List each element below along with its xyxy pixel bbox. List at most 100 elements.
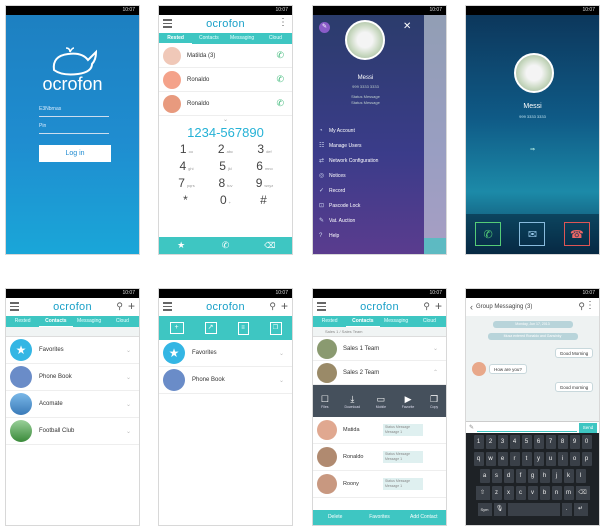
keyboard-key[interactable]: 4 [509, 435, 520, 449]
keyboard-key[interactable]: q [473, 452, 484, 466]
keyboard-key[interactable]: n [551, 486, 562, 500]
search-icon[interactable]: ⚲ [269, 301, 276, 312]
enter-key[interactable]: ↵ [573, 503, 588, 516]
tab-contacts[interactable]: Contacts [346, 316, 380, 327]
keyboard-key[interactable]: k [563, 469, 574, 483]
keyboard-key[interactable]: l [575, 469, 586, 483]
document-icon[interactable]: ≡ [237, 321, 249, 335]
keyboard-key[interactable]: h [539, 469, 550, 483]
keyboard-key[interactable]: t [521, 452, 532, 466]
call-button[interactable]: ✆ [203, 237, 247, 254]
add-contact-button[interactable]: Add Contact [402, 510, 446, 525]
tab-contacts[interactable]: Contacts [39, 316, 73, 327]
mic-key[interactable]: 🎙 [493, 503, 506, 516]
tab-cloud[interactable]: Cloud [413, 316, 446, 327]
dialpad-key[interactable]: 2 abc [206, 142, 245, 159]
new-folder-icon[interactable]: + [169, 322, 184, 334]
tab-cloud[interactable]: Cloud [106, 316, 139, 327]
menu-item[interactable]: ⇄ Network Configuration [319, 153, 419, 168]
tab-rested[interactable]: Rested [313, 316, 346, 327]
menu-item[interactable]: ◎ Notices [319, 168, 419, 183]
overflow-menu-icon[interactable]: ⋮ [278, 17, 288, 29]
dialpad-key[interactable]: 7 pqrs [167, 176, 206, 193]
dialpad-key[interactable]: 1 oo [167, 142, 206, 159]
keyboard-key[interactable]: e [497, 452, 508, 466]
member-row[interactable]: Ronaldo Status Message Message 1 [313, 444, 446, 471]
keyboard-key[interactable]: 3 [497, 435, 508, 449]
keyboard-key[interactable]: z [491, 486, 502, 500]
decline-button[interactable]: ☎ [563, 222, 590, 246]
backspace-icon[interactable]: ⌫ [248, 237, 292, 254]
close-icon[interactable]: ✕ [403, 21, 411, 32]
tab-contacts[interactable]: Contacts [192, 33, 225, 44]
group-row[interactable]: Sales 1 Team ⌄ [313, 337, 446, 361]
chevron-down-icon[interactable]: ⌄ [279, 377, 284, 384]
chevron-up-icon[interactable]: ⌃ [433, 369, 438, 376]
dialpad-key[interactable]: 5 jkl [206, 159, 245, 176]
action-favorite[interactable]: ▶ Favorite [402, 393, 415, 409]
dialpad-key[interactable]: 3 def [245, 142, 284, 159]
username-field[interactable]: E3Nbrnas [39, 106, 109, 117]
action-copy[interactable]: ❐ Copy [430, 393, 438, 409]
export-icon[interactable]: ↗ [204, 322, 217, 334]
add-icon[interactable]: + [128, 299, 135, 313]
group-row-favorites[interactable]: ★ Favorites ⌄ [6, 337, 139, 364]
dialpad-key[interactable]: 0 + [206, 193, 245, 210]
menu-icon[interactable] [163, 302, 172, 311]
copy-icon[interactable]: ❐ [269, 321, 282, 335]
shift-key[interactable]: ⇧ [475, 486, 490, 500]
keyboard-key[interactable]: j [551, 469, 562, 483]
menu-item[interactable]: ? Help [319, 228, 419, 243]
keyboard-key[interactable]: p [581, 452, 592, 466]
action-files[interactable]: ☐ Files [321, 393, 329, 409]
contact-row[interactable]: Matilda (3) ✆ [159, 44, 292, 68]
group-row-acomate[interactable]: Acomate ⌄ [6, 391, 139, 418]
tab-rested[interactable]: Rested [159, 33, 193, 44]
backspace-key[interactable]: ⌫ [575, 486, 590, 500]
keyboard-key[interactable]: s [491, 469, 502, 483]
space-key[interactable] [507, 503, 560, 516]
breadcrumb[interactable]: Sales 1 / Sales Team [313, 327, 446, 337]
dialpad-key[interactable]: 4 ghi [167, 159, 206, 176]
menu-icon[interactable] [317, 302, 326, 311]
search-icon[interactable]: ⚲ [578, 301, 585, 312]
collapse-chevron-icon[interactable]: ⌄ [159, 116, 292, 124]
keyboard-key[interactable]: d [503, 469, 514, 483]
member-row[interactable]: Matida Status Message Message 1 [313, 417, 446, 444]
edit-icon[interactable]: ✎ [319, 22, 330, 33]
contact-row[interactable]: Ronaldo ✆ [159, 92, 292, 116]
send-button[interactable]: Send [579, 422, 597, 433]
search-icon[interactable]: ⚲ [423, 301, 430, 312]
search-icon[interactable]: ⚲ [116, 301, 123, 312]
dialpad-key[interactable]: # [245, 193, 284, 210]
action-download[interactable]: ⤓ Download [345, 393, 361, 409]
phone-icon[interactable]: ✆ [276, 98, 284, 109]
favorites-button[interactable]: Favorites [357, 510, 401, 525]
action-mobile[interactable]: ▭ Mobile [376, 393, 386, 409]
sym-key[interactable]: Sym [477, 503, 492, 516]
group-row-football-club[interactable]: Football Club ⌄ [6, 418, 139, 445]
keyboard-key[interactable]: g [527, 469, 538, 483]
group-row[interactable]: Sales 2 Team ⌃ [313, 361, 446, 385]
menu-item[interactable]: ⊡ Pascode Lock [319, 198, 419, 213]
message-input[interactable] [477, 424, 577, 432]
keyboard-key[interactable]: x [503, 486, 514, 500]
keyboard-key[interactable]: m [563, 486, 574, 500]
login-button[interactable]: Log in [39, 145, 111, 162]
answer-button[interactable]: ✆ [475, 222, 502, 246]
keyboard-key[interactable]: 0 [581, 435, 592, 449]
dialpad-key[interactable]: 9 wxyz [245, 176, 284, 193]
phone-icon[interactable]: ✆ [276, 50, 284, 61]
message-button[interactable]: ✉ [519, 222, 546, 246]
chevron-down-icon[interactable]: ⌄ [279, 350, 284, 357]
chevron-down-icon[interactable]: ⌄ [126, 401, 131, 408]
tab-rested[interactable]: Rested [6, 316, 39, 327]
overflow-menu-icon[interactable]: ⋮ [585, 300, 595, 312]
keyboard-key[interactable]: 5 [521, 435, 532, 449]
dialpad-key[interactable]: 6 mno [245, 159, 284, 176]
keyboard-key[interactable]: a [479, 469, 490, 483]
dialpad-key[interactable]: * [167, 193, 206, 210]
dialpad-key[interactable]: 8 tuv [206, 176, 245, 193]
keyboard-key[interactable]: 9 [569, 435, 580, 449]
attach-icon[interactable]: ✎ [469, 424, 474, 431]
